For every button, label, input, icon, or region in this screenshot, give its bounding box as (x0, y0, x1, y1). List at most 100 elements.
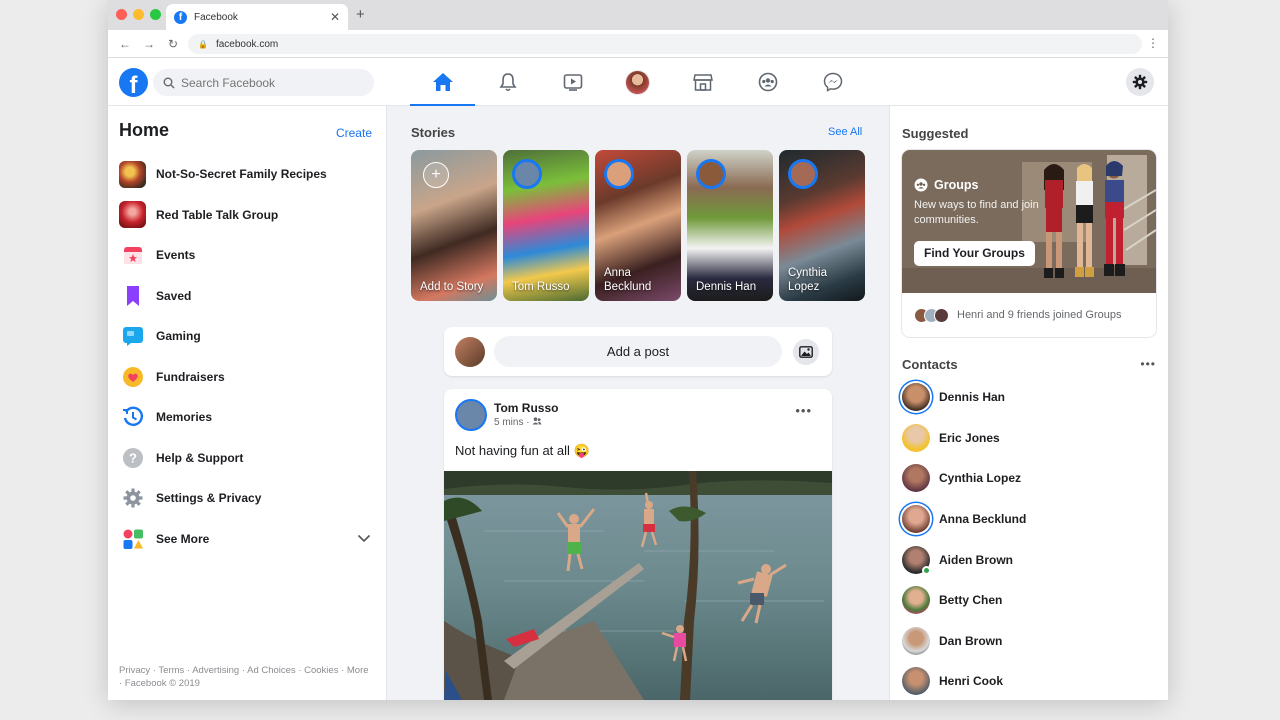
svg-text:?: ? (129, 450, 137, 465)
sidebar-item-label: Events (156, 248, 196, 263)
gaming-icon (119, 323, 146, 350)
contact-item[interactable]: Cynthia Lopez (902, 458, 1156, 499)
forward-arrow-icon[interactable]: → (140, 37, 158, 51)
see-all-stories-link[interactable]: See All (828, 126, 862, 138)
sidebar-item-see-more[interactable]: See More (119, 519, 375, 560)
browser-tab[interactable]: f Facebook ✕ (166, 4, 348, 30)
heart-icon (119, 363, 146, 390)
browser-menu-icon[interactable]: ⋮ (1147, 37, 1159, 49)
sidebar-item-red-table[interactable]: Red Table Talk Group (119, 195, 375, 236)
story-author-avatar (788, 159, 818, 189)
contact-name: Eric Jones (939, 430, 1000, 445)
clock-icon (119, 404, 146, 431)
nav-notifications[interactable] (475, 58, 540, 106)
post-text: Not having fun at all (455, 443, 570, 458)
online-status-dot (922, 565, 931, 575)
reload-icon[interactable]: ↻ (164, 37, 182, 51)
suggested-groups-card: Groups New ways to find and join communi… (902, 150, 1156, 337)
contact-avatar (902, 383, 930, 412)
groups-title: Groups (914, 178, 978, 192)
nav-messenger[interactable] (800, 58, 865, 106)
close-tab-icon[interactable]: ✕ (330, 10, 340, 24)
nav-profile[interactable] (605, 58, 670, 106)
facebook-favicon-icon: f (174, 10, 187, 24)
sidebar-item-label: Help & Support (156, 450, 244, 465)
sidebar-item-label: Not-So-Secret Family Recipes (156, 167, 327, 182)
zoom-window-button[interactable] (150, 9, 161, 20)
story-card[interactable]: Tom Russo (503, 150, 589, 301)
contact-name: Betty Chen (939, 593, 1003, 608)
story-card[interactable]: Dennis Han (687, 150, 773, 301)
sidebar-item-label: Memories (156, 410, 213, 425)
sidebar-item-label: Settings & Privacy (156, 491, 262, 506)
address-bar[interactable]: 🔒 facebook.com (188, 34, 1142, 54)
sidebar-item-memories[interactable]: Memories (119, 397, 375, 438)
story-card[interactable]: Anna Becklund (595, 150, 681, 301)
nav-watch[interactable] (540, 58, 605, 106)
create-link[interactable]: Create (336, 126, 372, 140)
contact-avatar (902, 423, 930, 452)
sidebar-item-label: See More (156, 531, 210, 546)
nav-groups[interactable] (735, 58, 800, 106)
contact-item[interactable]: Aiden Brown (902, 539, 1156, 580)
contact-name: Dennis Han (939, 390, 1006, 405)
sidebar-item-family-recipes[interactable]: Not-So-Secret Family Recipes (119, 154, 375, 195)
stories-row: + Add to Story Tom Russo Anna Becklund D… (411, 150, 865, 301)
back-arrow-icon[interactable]: ← (116, 37, 134, 51)
friend-avatar (934, 307, 949, 323)
sidebar-item-saved[interactable]: Saved (119, 276, 375, 317)
post-more-options-icon[interactable]: ••• (795, 403, 812, 418)
post-time[interactable]: 5 mins (494, 417, 523, 428)
chevron-down-icon[interactable] (357, 532, 371, 546)
contact-item[interactable]: Dennis Han (902, 377, 1156, 418)
grid-icon (119, 525, 146, 552)
photo-button[interactable] (793, 339, 819, 365)
feed-post: Tom Russo 5 mins · ••• Not having fun at… (444, 389, 832, 700)
story-card[interactable]: + Add to Story (411, 150, 497, 301)
groups-description: New ways to find and join communities. (914, 199, 1039, 226)
contact-item[interactable]: Henri Cook (902, 661, 1156, 700)
contact-item[interactable]: Anna Becklund (902, 499, 1156, 540)
settings-button[interactable] (1126, 68, 1154, 96)
address-toolbar: ← → ↻ 🔒 facebook.com ⋮ (108, 30, 1168, 58)
sidebar-item-fundraisers[interactable]: Fundraisers (119, 357, 375, 398)
add-post-input[interactable]: Add a post (494, 336, 782, 367)
story-name: Dennis Han (696, 281, 757, 293)
story-card[interactable]: Cynthia Lopez (779, 150, 865, 301)
search-box[interactable] (153, 69, 374, 96)
contact-avatar (902, 545, 931, 575)
close-window-button[interactable] (116, 9, 127, 20)
right-sidebar: Suggested Groups New ways to find and jo… (889, 106, 1168, 700)
contacts-options-icon[interactable]: ••• (1140, 357, 1156, 371)
winking-tongue-emoji: 😜 (573, 443, 590, 458)
story-name: Tom Russo (512, 281, 570, 293)
post-author-name[interactable]: Tom Russo (494, 401, 558, 415)
left-sidebar: Home Create Not-So-Secret Family Recipes… (108, 106, 387, 700)
sidebar-item-gaming[interactable]: Gaming (119, 316, 375, 357)
new-tab-button[interactable]: + (356, 6, 365, 23)
post-author-avatar[interactable] (455, 399, 487, 431)
minimize-window-button[interactable] (133, 9, 144, 20)
contact-avatar (902, 626, 930, 655)
sidebar-item-help[interactable]: ? Help & Support (119, 438, 375, 479)
post-photo[interactable] (444, 471, 832, 700)
find-your-groups-button[interactable]: Find Your Groups (914, 241, 1035, 266)
facebook-logo-icon[interactable]: f (119, 68, 148, 97)
nav-marketplace[interactable] (670, 58, 735, 106)
contact-item[interactable]: Eric Jones (902, 418, 1156, 459)
sidebar-title: Home (119, 120, 170, 140)
sidebar-item-settings[interactable]: Settings & Privacy (119, 478, 375, 519)
footer-links[interactable]: Privacy · Terms · Advertising · Ad Choic… (119, 664, 369, 690)
story-author-avatar (512, 159, 542, 189)
nav-home[interactable] (410, 58, 475, 107)
contact-item[interactable]: Betty Chen (902, 580, 1156, 621)
friends-audience-icon (532, 417, 542, 428)
search-input[interactable] (181, 75, 361, 90)
groups-social-proof: Henri and 9 friends joined Groups (902, 293, 1156, 337)
contacts-title: Contacts (902, 357, 958, 372)
sidebar-item-events[interactable]: Events (119, 235, 375, 276)
add-story-icon[interactable]: + (423, 162, 449, 188)
contact-name: Aiden Brown (939, 552, 1013, 567)
contact-item[interactable]: Dan Brown (902, 621, 1156, 662)
marketplace-icon (692, 74, 713, 91)
